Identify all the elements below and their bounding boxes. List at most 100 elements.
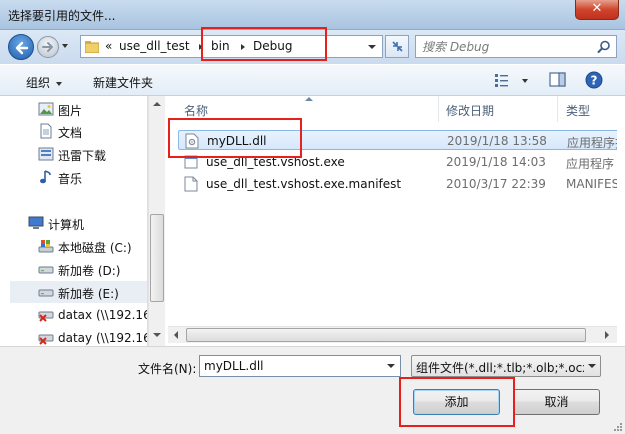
nav-item-label: 新加卷 (D:) xyxy=(58,264,121,278)
address-history-dropdown[interactable] xyxy=(368,45,376,49)
command-bar: 组织 新建文件夹 ? xyxy=(0,64,625,96)
file-row-mydll[interactable]: myDLL.dll 2019/1/18 13:58 应用程序扩展 xyxy=(178,130,617,150)
filetype-dropdown-button[interactable] xyxy=(584,356,600,376)
network-drive-disconnected-icon xyxy=(38,334,54,345)
nav-item-label: datay (\\192.16 xyxy=(58,331,148,345)
address-bar[interactable]: « use_dll_test bin Debug xyxy=(80,35,383,58)
network-drive-disconnected-icon xyxy=(38,311,54,322)
resize-grip-icon[interactable] xyxy=(613,422,623,432)
scroll-left-arrow-icon[interactable] xyxy=(174,331,178,339)
scroll-right-arrow-icon[interactable] xyxy=(605,331,609,339)
filetype-select[interactable]: 组件文件(*.dll;*.tlb;*.olb;*.ocx; xyxy=(411,355,601,377)
file-row-vshost-manifest[interactable]: use_dll_test.vshost.exe.manifest 2010/3/… xyxy=(178,174,617,194)
column-divider[interactable] xyxy=(557,96,558,122)
recent-locations-dropdown[interactable] xyxy=(62,44,68,48)
view-options-icon[interactable] xyxy=(494,72,512,88)
organize-label: 组织 xyxy=(26,76,51,90)
nav-item-label: datax (\\192.16 xyxy=(58,308,148,322)
computer-icon xyxy=(28,216,44,229)
file-name: myDLL.dll xyxy=(207,134,267,148)
column-header-date[interactable]: 修改日期 xyxy=(446,102,494,119)
organize-menu[interactable]: 组织 xyxy=(26,74,63,91)
new-folder-button[interactable]: 新建文件夹 xyxy=(93,74,153,91)
filename-label: 文件名(N): xyxy=(138,362,197,376)
breadcrumb-separator-arrow[interactable] xyxy=(241,44,245,50)
file-row-vshost-exe[interactable]: use_dll_test.vshost.exe 2019/1/18 14:03 … xyxy=(178,152,617,172)
column-header-name[interactable]: 名称 xyxy=(184,102,208,119)
chevron-down-icon xyxy=(56,81,63,86)
nav-item-label: 文档 xyxy=(58,126,83,140)
back-button[interactable] xyxy=(8,34,34,60)
horizontal-scroll-thumb[interactable] xyxy=(186,328,586,342)
forward-arrow-icon xyxy=(42,42,53,52)
dialog-footer: 文件名(N): 组件文件(*.dll;*.tlb;*.olb;*.ocx; 添加… xyxy=(0,346,625,434)
thunder-download-icon xyxy=(38,147,54,161)
window-title: 选择要引用的文件... xyxy=(8,9,116,23)
nav-item-datay[interactable]: datay (\\192.16 xyxy=(10,327,148,346)
filename-combobox[interactable] xyxy=(199,355,401,377)
scroll-up-arrow-icon[interactable] xyxy=(153,102,161,106)
nav-item-datax[interactable]: datax (\\192.16 xyxy=(10,304,148,326)
scroll-down-arrow-icon[interactable] xyxy=(153,333,161,337)
file-list: 名称 修改日期 类型 myDLL.dll 2019/1/18 13:58 应用程… xyxy=(168,96,617,346)
nav-item-thunder-download[interactable]: 迅雷下载 xyxy=(10,143,147,165)
nav-item-label: 迅雷下载 xyxy=(58,149,107,163)
search-input[interactable] xyxy=(422,38,592,55)
nav-item-label: 计算机 xyxy=(48,218,85,232)
nav-item-documents[interactable]: 文档 xyxy=(10,120,147,142)
file-type: 应用程序 xyxy=(566,157,615,171)
generic-file-icon xyxy=(184,176,198,192)
close-button[interactable]: ✕ xyxy=(575,0,619,20)
local-disk-icon xyxy=(38,240,54,253)
file-list-horizontal-scrollbar[interactable] xyxy=(168,326,617,343)
forward-button[interactable] xyxy=(37,36,59,58)
column-header-type[interactable]: 类型 xyxy=(566,102,590,119)
pictures-icon xyxy=(38,102,54,116)
drive-icon xyxy=(38,266,54,274)
nav-item-drive-d[interactable]: 新加卷 (D:) xyxy=(10,258,147,280)
nav-item-label: 图片 xyxy=(58,104,83,118)
column-divider[interactable] xyxy=(438,96,439,122)
nav-item-label: 音乐 xyxy=(58,172,83,186)
breadcrumb-separator-arrow[interactable] xyxy=(199,44,203,50)
svg-text:?: ? xyxy=(591,74,598,88)
view-dropdown-icon[interactable] xyxy=(522,79,528,83)
nav-item-local-disk-c[interactable]: 本地磁盘 (C:) xyxy=(10,235,147,257)
sort-ascending-icon xyxy=(305,97,313,101)
add-button[interactable]: 添加 xyxy=(413,389,500,415)
breadcrumb-debug[interactable]: Debug xyxy=(253,39,292,53)
dll-file-icon xyxy=(185,133,199,149)
help-icon[interactable]: ? xyxy=(585,71,603,89)
drive-icon xyxy=(38,289,54,297)
nav-item-label: 本地磁盘 (C:) xyxy=(58,241,132,255)
breadcrumb-overflow[interactable]: « xyxy=(105,39,112,53)
documents-icon xyxy=(40,123,52,139)
nav-item-pictures[interactable]: 图片 xyxy=(10,98,147,120)
nav-pane-scrollbar[interactable] xyxy=(148,96,165,346)
refresh-button[interactable] xyxy=(385,35,409,58)
cancel-button[interactable]: 取消 xyxy=(513,389,600,415)
search-icon[interactable] xyxy=(597,40,611,54)
nav-scroll-thumb[interactable] xyxy=(150,214,164,302)
file-date: 2010/3/17 22:39 xyxy=(446,177,546,191)
filename-input[interactable] xyxy=(204,358,374,374)
file-date: 2019/1/18 14:03 xyxy=(446,155,546,169)
search-box[interactable] xyxy=(415,35,617,58)
filetype-value: 组件文件(*.dll;*.tlb;*.olb;*.ocx; xyxy=(416,361,594,375)
nav-item-label: 新加卷 (E:) xyxy=(58,287,119,301)
preview-pane-icon[interactable] xyxy=(549,72,567,88)
nav-item-music[interactable]: 音乐 xyxy=(10,166,147,188)
breadcrumb-bin[interactable]: bin xyxy=(211,39,230,53)
navigation-pane: 图片 文档 迅雷下载 音乐 计算机 本地磁盘 (C:) 新加卷 (D:) 新加卷… xyxy=(10,96,148,346)
file-name: use_dll_test.vshost.exe.manifest xyxy=(206,177,402,191)
chevron-down-icon xyxy=(588,364,596,368)
exe-file-icon xyxy=(184,155,198,169)
breadcrumb-use-dll-test[interactable]: use_dll_test xyxy=(119,39,190,53)
file-type: MANIFEST xyxy=(566,177,617,191)
nav-item-drive-e[interactable]: 新加卷 (E:) xyxy=(10,281,147,303)
file-name: use_dll_test.vshost.exe xyxy=(206,155,345,169)
filename-dropdown-icon[interactable] xyxy=(387,364,395,368)
folder-icon xyxy=(85,41,99,53)
refresh-icon xyxy=(392,41,403,52)
nav-item-computer[interactable]: 计算机 xyxy=(10,212,147,234)
